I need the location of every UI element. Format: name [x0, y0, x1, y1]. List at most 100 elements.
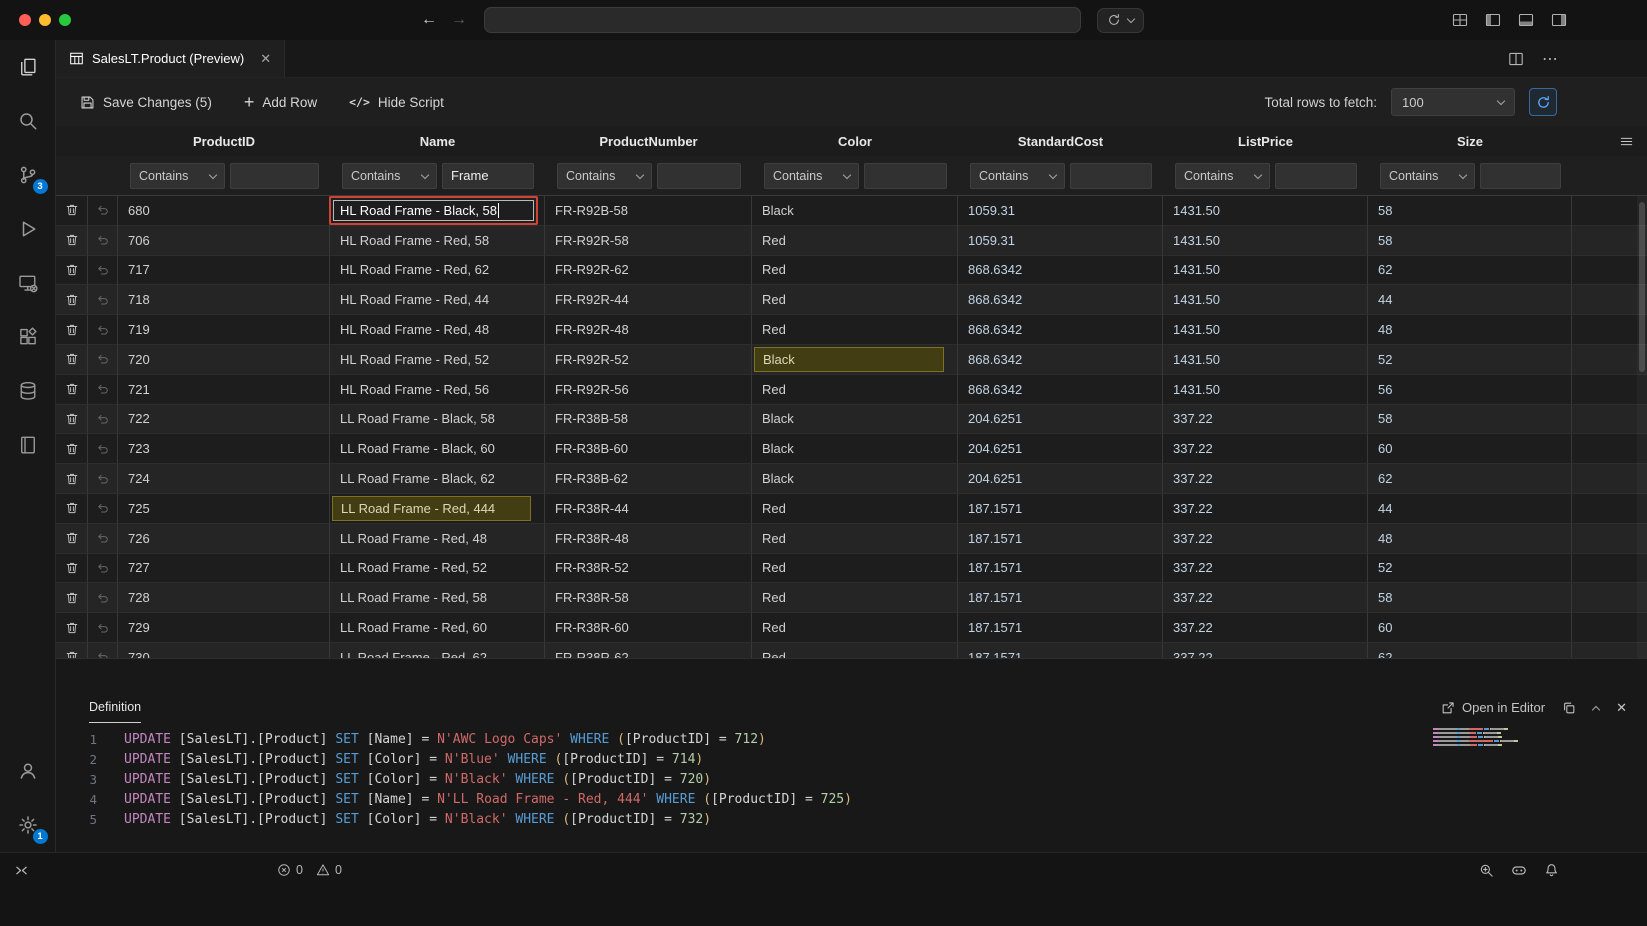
cell-726-name[interactable]: LL Road Frame - Red, 48 — [330, 524, 545, 554]
revert-row-button[interactable] — [88, 345, 118, 375]
minimize-window-button[interactable] — [39, 14, 51, 26]
cell-728-name[interactable]: LL Road Frame - Red, 58 — [330, 583, 545, 613]
cell-706-standardcost[interactable]: 1059.31 — [958, 226, 1163, 256]
delete-row-button[interactable] — [56, 434, 88, 464]
cell-727-listprice[interactable]: 337.22 — [1163, 554, 1368, 584]
delete-row-button[interactable] — [56, 554, 88, 584]
copilot-icon[interactable] — [1511, 862, 1527, 878]
revert-row-button[interactable] — [88, 434, 118, 464]
revert-row-button[interactable] — [88, 643, 118, 658]
cell-729-size[interactable]: 60 — [1368, 613, 1572, 643]
cell-719-name[interactable]: HL Road Frame - Red, 48 — [330, 315, 545, 345]
revert-row-button[interactable] — [88, 375, 118, 405]
cell-720-productnumber[interactable]: FR-R92R-52 — [545, 345, 752, 375]
cell-719-size[interactable]: 48 — [1368, 315, 1572, 345]
cell-730-productid[interactable]: 730 — [118, 643, 330, 658]
toggle-sidebar-icon[interactable] — [1485, 12, 1501, 28]
cell-727-name[interactable]: LL Road Frame - Red, 52 — [330, 554, 545, 584]
column-header-size[interactable]: Size — [1368, 126, 1572, 156]
cell-722-listprice[interactable]: 337.22 — [1163, 405, 1368, 435]
cell-720-productid[interactable]: 720 — [118, 345, 330, 375]
cell-717-size[interactable]: 62 — [1368, 256, 1572, 286]
revert-row-button[interactable] — [88, 464, 118, 494]
open-in-editor-button[interactable]: Open in Editor — [1441, 700, 1545, 715]
cell-721-listprice[interactable]: 1431.50 — [1163, 375, 1368, 405]
cell-726-color[interactable]: Red — [752, 524, 958, 554]
cell-725-size[interactable]: 44 — [1368, 494, 1572, 524]
toggle-panel-icon[interactable] — [1518, 12, 1534, 28]
cell-724-standardcost[interactable]: 204.6251 — [958, 464, 1163, 494]
delete-row-button[interactable] — [56, 405, 88, 435]
cell-719-productid[interactable]: 719 — [118, 315, 330, 345]
cell-724-color[interactable]: Black — [752, 464, 958, 494]
add-row-button[interactable]: + Add Row — [244, 93, 317, 111]
filter-input-productnumber[interactable] — [657, 163, 741, 189]
back-button[interactable]: ← — [418, 7, 440, 33]
sidebar-item-explorer[interactable] — [0, 40, 56, 94]
cell-725-productnumber[interactable]: FR-R38R-44 — [545, 494, 752, 524]
cell-719-listprice[interactable]: 1431.50 — [1163, 315, 1368, 345]
cell-720-standardcost[interactable]: 868.6342 — [958, 345, 1163, 375]
cell-721-productid[interactable]: 721 — [118, 375, 330, 405]
filter-operator-select-productnumber[interactable]: Contains — [557, 163, 652, 189]
delete-row-button[interactable] — [56, 345, 88, 375]
code-line[interactable]: 1UPDATE [SalesLT].[Product] SET [Name] =… — [56, 729, 1647, 749]
customize-layout-icon[interactable] — [1452, 12, 1468, 28]
cell-728-productid[interactable]: 728 — [118, 583, 330, 613]
cell-728-listprice[interactable]: 337.22 — [1163, 583, 1368, 613]
cell-718-size[interactable]: 44 — [1368, 285, 1572, 315]
revert-row-button[interactable] — [88, 226, 118, 256]
cell-719-color[interactable]: Red — [752, 315, 958, 345]
cell-706-listprice[interactable]: 1431.50 — [1163, 226, 1368, 256]
cell-725-listprice[interactable]: 337.22 — [1163, 494, 1368, 524]
cell-727-color[interactable]: Red — [752, 554, 958, 584]
cell-721-size[interactable]: 56 — [1368, 375, 1572, 405]
remote-window-icon[interactable] — [14, 863, 29, 878]
cell-722-standardcost[interactable]: 204.6251 — [958, 405, 1163, 435]
cell-680-color[interactable]: Black — [752, 196, 958, 226]
notifications-bell-icon[interactable] — [1544, 863, 1559, 878]
cell-719-standardcost[interactable]: 868.6342 — [958, 315, 1163, 345]
cell-729-name[interactable]: LL Road Frame - Red, 60 — [330, 613, 545, 643]
cell-730-color[interactable]: Red — [752, 643, 958, 658]
forward-button[interactable]: → — [448, 7, 470, 33]
cell-726-productid[interactable]: 726 — [118, 524, 330, 554]
cell-726-productnumber[interactable]: FR-R38R-48 — [545, 524, 752, 554]
cell-726-standardcost[interactable]: 187.1571 — [958, 524, 1163, 554]
filter-operator-select-color[interactable]: Contains — [764, 163, 859, 189]
cell-680-productnumber[interactable]: FR-R92B-58 — [545, 196, 752, 226]
cell-729-listprice[interactable]: 337.22 — [1163, 613, 1368, 643]
delete-row-button[interactable] — [56, 375, 88, 405]
cell-717-productid[interactable]: 717 — [118, 256, 330, 286]
cell-706-productid[interactable]: 706 — [118, 226, 330, 256]
filter-input-productid[interactable] — [230, 163, 319, 189]
cell-728-standardcost[interactable]: 187.1571 — [958, 583, 1163, 613]
cell-706-size[interactable]: 58 — [1368, 226, 1572, 256]
vertical-scrollbar[interactable] — [1637, 196, 1647, 658]
cell-706-productnumber[interactable]: FR-R92R-58 — [545, 226, 752, 256]
sidebar-item-run-debug[interactable] — [0, 202, 56, 256]
cell-721-standardcost[interactable]: 868.6342 — [958, 375, 1163, 405]
cell-730-name[interactable]: LL Road Frame - Red, 62 — [330, 643, 545, 658]
refresh-table-button[interactable] — [1529, 88, 1557, 116]
cell-729-standardcost[interactable]: 187.1571 — [958, 613, 1163, 643]
sidebar-item-extensions[interactable] — [0, 310, 56, 364]
filter-input-size[interactable] — [1480, 163, 1561, 189]
delete-row-button[interactable] — [56, 583, 88, 613]
cell-editor-input[interactable]: HL Road Frame - Black, 58 — [333, 200, 534, 221]
delete-row-button[interactable] — [56, 494, 88, 524]
code-line[interactable]: 3UPDATE [SalesLT].[Product] SET [Color] … — [56, 769, 1647, 789]
cell-723-color[interactable]: Black — [752, 434, 958, 464]
filter-input-listprice[interactable] — [1275, 163, 1357, 189]
sync-dropdown-button[interactable] — [1097, 8, 1144, 33]
cell-724-size[interactable]: 62 — [1368, 464, 1572, 494]
close-tab-icon[interactable]: ✕ — [260, 52, 271, 65]
cell-718-productid[interactable]: 718 — [118, 285, 330, 315]
cell-725-name[interactable]: LL Road Frame - Red, 444 — [330, 494, 545, 524]
cell-723-name[interactable]: LL Road Frame - Black, 60 — [330, 434, 545, 464]
delete-row-button[interactable] — [56, 285, 88, 315]
cell-720-listprice[interactable]: 1431.50 — [1163, 345, 1368, 375]
filter-operator-select-name[interactable]: Contains — [342, 163, 437, 189]
cell-724-productnumber[interactable]: FR-R38B-62 — [545, 464, 752, 494]
delete-row-button[interactable] — [56, 524, 88, 554]
